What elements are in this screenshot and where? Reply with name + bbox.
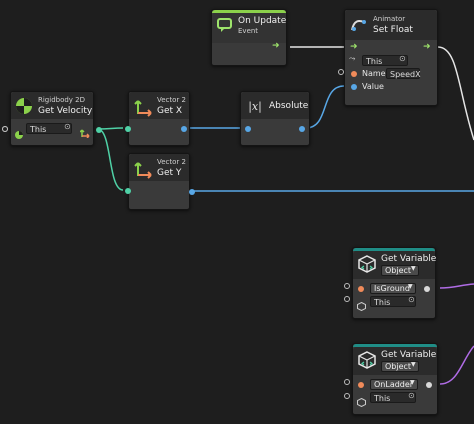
value-label: Value <box>362 82 384 91</box>
set-float-node[interactable]: Animator Set Float ➜ ➜ ⤳ This ⊙ Name Spe… <box>344 9 438 106</box>
on-update-title: On Update <box>238 16 287 26</box>
name-field[interactable]: SpeedX <box>386 68 421 79</box>
chevron-down-icon[interactable]: ▼ <box>411 361 416 368</box>
get-variable-onladder-node[interactable]: Get Variable Object ▼ OnLadder ▼ This ⊙ <box>352 343 438 415</box>
get-velocity-title: Get Velocity <box>38 106 93 116</box>
get-variable-title: Get Variable <box>381 254 437 264</box>
chevron-down-icon[interactable]: ▼ <box>408 283 413 290</box>
value-port[interactable] <box>351 84 357 90</box>
var1-this-input-port[interactable] <box>344 296 350 302</box>
flow-input-port[interactable]: ➜ <box>350 43 358 52</box>
wire-var1-out <box>439 283 474 289</box>
target-picker-icon[interactable]: ⊙ <box>408 391 415 400</box>
absolute-title: Absolute <box>269 101 309 111</box>
target-icon: ⤳ <box>349 54 356 63</box>
absolute-output-port[interactable] <box>299 126 305 132</box>
get-x-title: Get X <box>157 106 183 116</box>
variable-output-port[interactable] <box>424 286 430 292</box>
setfloat-name-input-port[interactable] <box>338 69 344 75</box>
absolute-node[interactable]: |x| Absolute <box>240 91 310 146</box>
get-y-category: Vector 2 <box>157 158 186 166</box>
get-x-node[interactable]: Vector 2 Get X <box>125 91 190 146</box>
get-velocity-category: Rigidbody 2D <box>38 96 86 104</box>
chevron-down-icon[interactable]: ▼ <box>411 265 416 272</box>
flow-output-port[interactable]: ➜ <box>423 43 431 52</box>
chevron-down-icon[interactable]: ▼ <box>410 379 415 386</box>
x-output-port[interactable] <box>181 126 187 132</box>
velocity-output-port[interactable] <box>96 127 102 133</box>
set-float-category: Animator <box>373 15 406 23</box>
set-float-title: Set Float <box>373 25 413 35</box>
on-update-node[interactable]: On Update Event ➜ <box>211 9 287 66</box>
flow-output-port[interactable]: ➜ <box>272 42 280 51</box>
var2-this-input-port[interactable] <box>344 393 350 399</box>
variable-cube-icon <box>358 255 376 273</box>
flow-wire-setfloat-out <box>437 46 474 141</box>
name-port[interactable] <box>351 71 357 77</box>
wire-absolute-to-value <box>305 85 345 129</box>
variable-name-port[interactable] <box>358 286 364 292</box>
object-cube-icon <box>357 296 366 312</box>
get-velocity-node[interactable]: Rigidbody 2D Get Velocity This ⊙ <box>10 91 102 146</box>
on-update-subtitle: Event <box>238 27 259 35</box>
abs-icon: |x| <box>245 97 265 117</box>
animator-icon <box>349 16 367 34</box>
name-label: Name <box>362 69 386 78</box>
get-y-title: Get Y <box>157 168 182 178</box>
abs-icon-text: |x| <box>248 100 262 113</box>
wire-var2-out <box>439 345 474 385</box>
get-variable-isground-node[interactable]: Get Variable Object ▼ IsGround ▼ This ⊙ <box>352 247 436 319</box>
axis-arrows-icon <box>133 97 153 117</box>
variable-cube-icon <box>358 351 376 369</box>
get-x-category: Vector 2 <box>157 96 186 104</box>
get-variable-title: Get Variable <box>381 350 437 360</box>
vector-input-port[interactable] <box>125 126 131 132</box>
variable-name-port[interactable] <box>358 382 364 388</box>
var2-name-input-port[interactable] <box>344 379 350 385</box>
velocity-target-input-port[interactable] <box>2 126 8 132</box>
rigidbody-icon <box>15 97 33 115</box>
wire-velocity-to-gety <box>97 128 124 191</box>
event-loop-icon <box>217 17 233 33</box>
get-y-node[interactable]: Vector 2 Get Y <box>125 153 195 210</box>
target-picker-icon[interactable]: ⊙ <box>64 122 71 131</box>
y-output-port[interactable] <box>189 189 195 195</box>
var1-target-input-port[interactable] <box>344 283 350 289</box>
target-picker-icon[interactable]: ⊙ <box>399 54 406 63</box>
absolute-input-port[interactable] <box>245 126 251 132</box>
vector-input-port[interactable] <box>125 188 131 194</box>
vector-output-icon <box>79 123 90 139</box>
target-picker-icon[interactable]: ⊙ <box>408 295 415 304</box>
variable-output-port[interactable] <box>426 382 432 388</box>
rigidbody-small-icon <box>15 124 23 139</box>
object-cube-icon <box>357 392 366 408</box>
axis-arrows-icon <box>133 159 153 179</box>
